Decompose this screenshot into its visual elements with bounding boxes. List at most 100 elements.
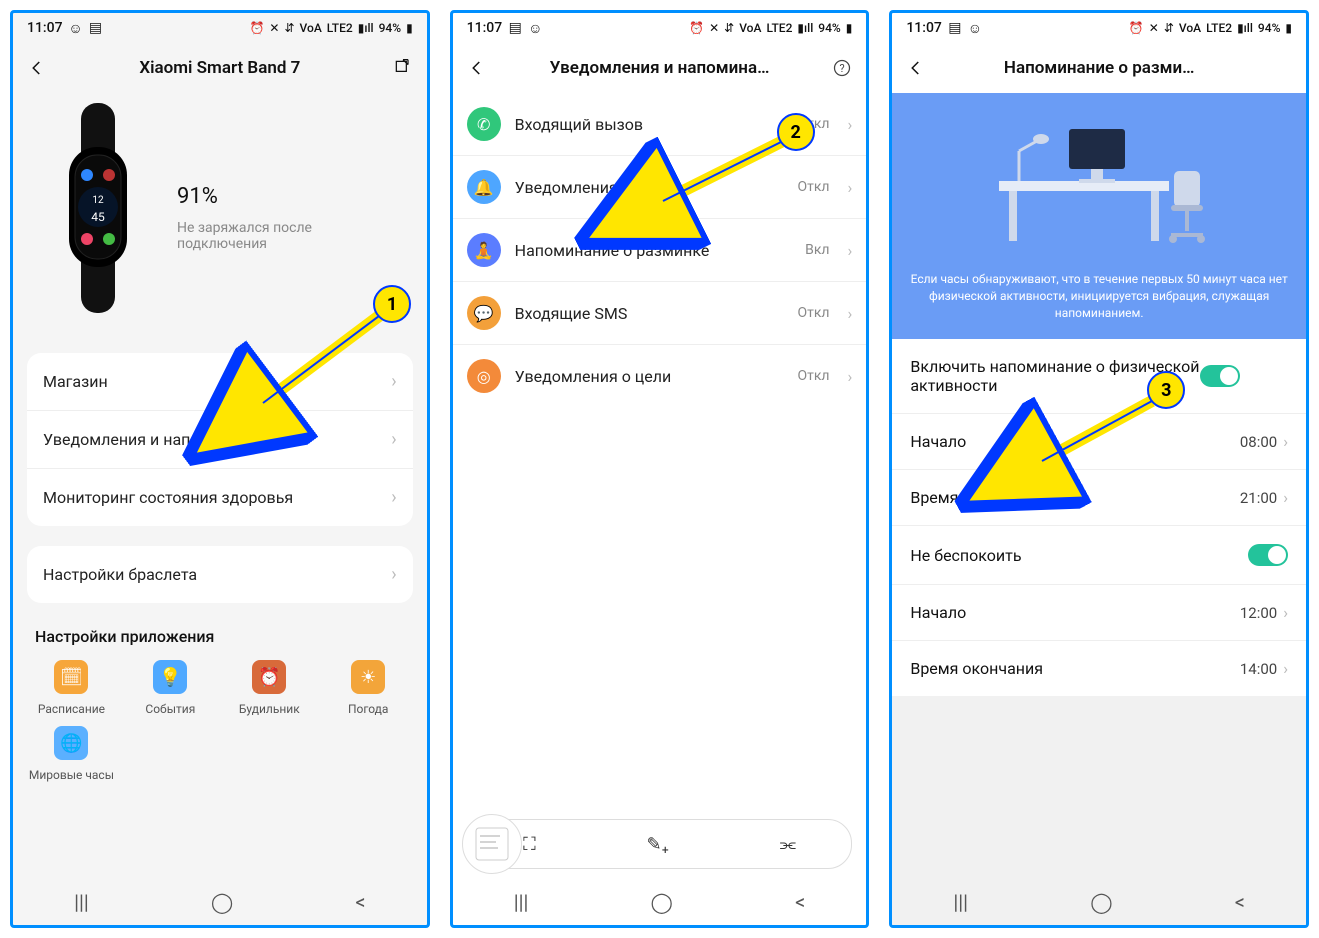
- alarm-icon: ⏰: [689, 21, 704, 35]
- lte-label: LTE2: [1206, 21, 1232, 35]
- row-status: Откл: [798, 305, 830, 321]
- row-incoming-call[interactable]: ✆ Входящий вызов Откл ›: [453, 93, 867, 155]
- nav-recents[interactable]: |||: [953, 890, 968, 914]
- row-stretch-reminder[interactable]: 🧘 Напоминание о разминке Вкл ›: [453, 218, 867, 281]
- row-value: 08:00: [1240, 433, 1277, 451]
- image-icon: ▤: [508, 21, 522, 35]
- screenshot-thumb[interactable]: [462, 814, 522, 874]
- row-incoming-sms[interactable]: 💬 Входящие SMS Откл ›: [453, 281, 867, 344]
- app-worldclock[interactable]: 🌐 Мировые часы: [27, 726, 116, 782]
- row-status: Откл: [798, 116, 830, 132]
- bulb-icon: 💡: [153, 660, 187, 694]
- app-weather[interactable]: ☀ Погода: [324, 660, 413, 716]
- row-value: 12:00: [1240, 604, 1277, 622]
- row-bracelet-label: Настройки браслета: [43, 565, 197, 584]
- watch-image: 12 45: [43, 103, 153, 313]
- mute-icon: ✕: [709, 21, 719, 35]
- back-button[interactable]: [25, 56, 49, 80]
- row-start1[interactable]: Начало 08:00 ›: [892, 413, 1306, 469]
- nav-back[interactable]: <: [795, 890, 805, 914]
- phone-icon: ✆: [467, 107, 501, 141]
- help-button[interactable]: ?: [830, 56, 854, 80]
- chevron-right-icon: ›: [1283, 603, 1288, 622]
- row-label: Включить напоминание о физической активн…: [910, 357, 1200, 395]
- row-start2[interactable]: Начало 12:00 ›: [892, 584, 1306, 640]
- banner-text: Если часы обнаруживают, что в течение пе…: [906, 271, 1292, 321]
- app-worldclock-label: Мировые часы: [29, 768, 114, 782]
- row-label: Уведомления: [515, 178, 784, 197]
- system-nav-bar: ||| ◯ <: [13, 879, 427, 925]
- row-label: Входящие SMS: [515, 304, 784, 323]
- row-notifications[interactable]: 🔔 Уведомления Откл ›: [453, 155, 867, 218]
- voa-label: VoA: [1179, 21, 1201, 35]
- nav-back[interactable]: <: [1235, 890, 1245, 914]
- share-button[interactable]: [391, 56, 415, 80]
- nav-home[interactable]: ◯: [651, 890, 673, 914]
- app-schedule-label: Расписание: [38, 702, 105, 716]
- row-notifications-label: Уведомления и напоминания: [43, 430, 266, 449]
- toggle-on[interactable]: [1200, 365, 1240, 387]
- voa-label: VoA: [300, 21, 322, 35]
- globe-icon: 🌐: [54, 726, 88, 760]
- status-time: 11:07: [467, 20, 503, 36]
- share-button[interactable]: ⫘: [780, 834, 796, 855]
- crop-button[interactable]: ⛶: [523, 834, 536, 855]
- battery-pct: 94%: [379, 21, 401, 35]
- nav-recents[interactable]: |||: [74, 890, 89, 914]
- thumbnail-icon: [470, 822, 514, 866]
- row-label: Напоминание о разминке: [515, 241, 791, 260]
- status-bar: 11:07 ☺ ▤ ⏰ ✕ ⇵ VoA LTE2 ▮ıll 94% ▮: [13, 13, 427, 43]
- row-bracelet-settings[interactable]: Настройки браслета ›: [27, 546, 413, 603]
- row-enable-reminder[interactable]: Включить напоминание о физической активн…: [892, 339, 1306, 413]
- page-title: Напоминание о разми…: [936, 58, 1262, 78]
- chevron-right-icon: ›: [391, 487, 396, 508]
- app-alarm[interactable]: ⏰ Будильник: [225, 660, 314, 716]
- share-out-icon: [393, 58, 413, 78]
- nav-back[interactable]: <: [355, 890, 365, 914]
- chevron-right-icon: ›: [391, 371, 396, 392]
- signal-icon: ▮ıll: [358, 21, 374, 35]
- row-end1[interactable]: Время окончания 21:00 ›: [892, 469, 1306, 525]
- nav-recents[interactable]: |||: [514, 890, 529, 914]
- app-events-label: События: [145, 702, 195, 716]
- menu-group-2: Настройки браслета ›: [27, 546, 413, 603]
- edit-button[interactable]: ✎₊: [647, 834, 669, 855]
- chevron-right-icon: ›: [391, 429, 396, 450]
- row-status: Вкл: [805, 242, 829, 258]
- chevron-left-icon: [907, 59, 925, 77]
- row-label: Входящий вызов: [515, 115, 784, 134]
- app-schedule[interactable]: 🗓 Расписание: [27, 660, 116, 716]
- desk-icon: [979, 111, 1219, 261]
- menu-group-1: Магазин › Уведомления и напоминания › Мо…: [27, 353, 413, 526]
- row-dnd[interactable]: Не беспокоить: [892, 525, 1306, 584]
- chevron-right-icon: ›: [1283, 432, 1288, 451]
- battery-pct: 94%: [818, 21, 840, 35]
- row-goal-notifications[interactable]: ◎ Уведомления о цели Откл ›: [453, 344, 867, 407]
- chevron-right-icon: ›: [848, 241, 853, 260]
- bottom-toolbar: ⛶ ✎₊ ⫘: [467, 819, 853, 869]
- row-health[interactable]: Мониторинг состояния здоровья ›: [27, 468, 413, 526]
- info-banner: Если часы обнаруживают, что в течение пе…: [892, 93, 1306, 339]
- app-events[interactable]: 💡 События: [126, 660, 215, 716]
- mute-icon: ✕: [1149, 21, 1159, 35]
- battery-pct: 94%: [1258, 21, 1280, 35]
- alarm-icon: ⏰: [1129, 21, 1144, 35]
- nav-home[interactable]: ◯: [211, 890, 233, 914]
- alarm-icon: ⏰: [252, 660, 286, 694]
- status-time: 11:07: [27, 20, 63, 36]
- help-icon: ?: [832, 58, 852, 78]
- row-store[interactable]: Магазин ›: [27, 353, 413, 410]
- back-button[interactable]: [904, 56, 928, 80]
- back-button[interactable]: [465, 56, 489, 80]
- toggle-on[interactable]: [1248, 544, 1288, 566]
- alarm-icon: ⏰: [249, 21, 264, 35]
- row-notifications[interactable]: Уведомления и напоминания ›: [27, 410, 413, 468]
- row-store-label: Магазин: [43, 372, 108, 391]
- mute-icon: ✕: [269, 21, 279, 35]
- target-icon: ◎: [467, 359, 501, 393]
- header: Уведомления и напомина… ?: [453, 43, 867, 93]
- row-end2[interactable]: Время окончания 14:00 ›: [892, 640, 1306, 696]
- lte-label: LTE2: [766, 21, 792, 35]
- nav-home[interactable]: ◯: [1090, 890, 1112, 914]
- row-label: Время окончания: [910, 659, 1240, 678]
